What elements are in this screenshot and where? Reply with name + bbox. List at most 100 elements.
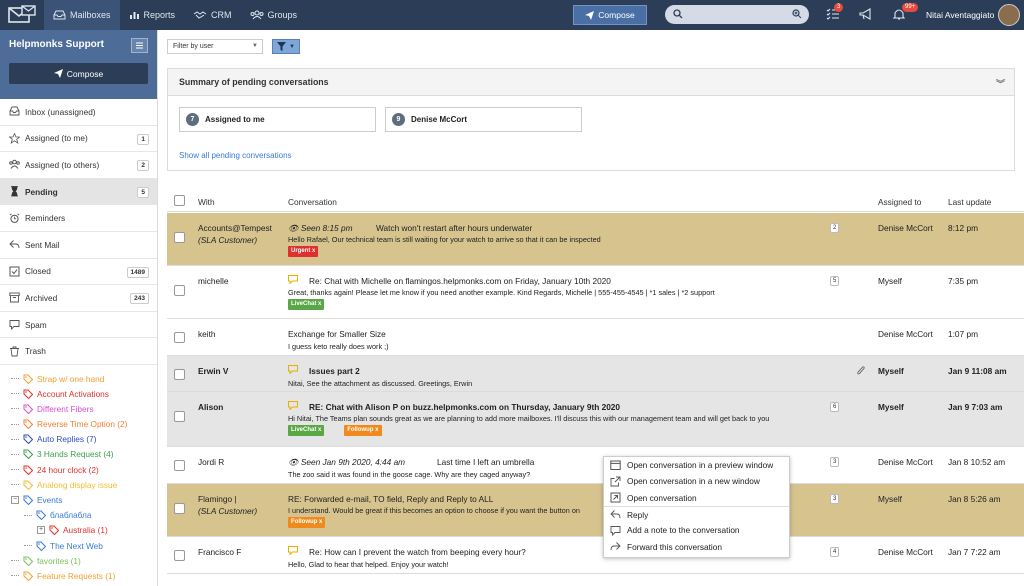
context-menu-item-open-conversation-in-a-new-window[interactable]: Open conversation in a new window	[604, 473, 789, 489]
avatar[interactable]	[998, 4, 1020, 26]
summary-card-denise-mccort[interactable]: 9 Denise McCort	[385, 107, 582, 132]
row-assigned-to[interactable]: Myself	[878, 366, 904, 376]
sidebar-item-sent-mail[interactable]: Sent Mail	[0, 232, 157, 259]
row-assigned-to[interactable]: Myself	[878, 276, 902, 286]
row-with[interactable]: Francisco F	[198, 547, 241, 557]
row-subject[interactable]: Issues part 2	[309, 366, 360, 376]
tag-item[interactable]: Strap w/ one hand	[0, 371, 157, 386]
sidebar-item-assigned-to-others[interactable]: Assigned (to others) 2	[0, 152, 157, 179]
collapse-icon[interactable]: −	[11, 496, 19, 505]
tab-crm[interactable]: CRM	[184, 0, 241, 30]
row-checkbox[interactable]	[174, 550, 185, 561]
row-subject[interactable]: RE: Chat with Alison P on buzz.helpmonks…	[309, 402, 620, 412]
row-checkbox[interactable]	[174, 232, 185, 243]
tag-item[interactable]: Account Activations	[0, 386, 157, 401]
row-with[interactable]: Accounts@Tempest	[198, 223, 272, 233]
row-subject[interactable]: Exchange for Smaller Size	[288, 329, 386, 339]
context-menu-item-add-a-note-to-the-conversation[interactable]: Add a note to the conversation	[604, 522, 789, 538]
filter-by-user-select[interactable]: Filter by user ▼	[167, 39, 263, 54]
tag-item[interactable]: favorites (1)	[0, 553, 157, 568]
row-with[interactable]: michelle	[198, 276, 228, 286]
sidebar-compose-button[interactable]: Compose	[9, 63, 148, 84]
column-last-update[interactable]: Last update	[948, 197, 991, 207]
context-menu-item-open-conversation-in-a-preview-window[interactable]: Open conversation in a preview window	[604, 457, 789, 473]
table-row[interactable]: keith Exchange for Smaller Size I guess ke…	[167, 319, 1024, 356]
select-all-checkbox[interactable]	[174, 195, 185, 206]
filter-options-button[interactable]: ▼	[272, 39, 300, 54]
row-label-tag[interactable]: LiveChat x	[288, 425, 325, 436]
row-checkbox[interactable]	[174, 332, 185, 343]
search-input[interactable]	[665, 5, 809, 24]
show-all-pending-link[interactable]: Show all pending conversations	[179, 151, 292, 160]
expand-icon[interactable]: +	[37, 526, 45, 535]
helpmonks-logo-icon[interactable]	[0, 0, 44, 30]
row-with[interactable]: Flamingo |	[198, 494, 237, 504]
row-assigned-to[interactable]: Denise McCort	[878, 329, 933, 339]
tag-item[interactable]: Feature Requests (1)	[0, 568, 157, 583]
row-subject[interactable]: Re: How can I prevent the watch from bee…	[309, 547, 526, 557]
table-row[interactable]: Alison RE: Chat with Alison P on buzz.hel…	[167, 392, 1024, 447]
tag-item[interactable]: 3 Hands Request (4)	[0, 447, 157, 462]
row-checkbox[interactable]	[174, 460, 185, 471]
tab-mailboxes[interactable]: Mailboxes	[44, 0, 120, 30]
tag-item[interactable]: Reverse Time Option (2)	[0, 417, 157, 432]
row-subject[interactable]: Re: Chat with Michelle on flamingos.help…	[309, 276, 611, 286]
compose-button[interactable]: Compose	[573, 5, 647, 25]
sidebar-item-reminders[interactable]: Reminders	[0, 205, 157, 232]
row-label-tag[interactable]: LiveChat x	[288, 299, 325, 310]
tag-item[interactable]: блаблабла	[0, 508, 157, 523]
row-subject[interactable]: RE: Forwarded e-mail, TO field, Reply an…	[288, 494, 493, 504]
row-with[interactable]: keith	[198, 329, 216, 339]
tag-item[interactable]: Different Fibers	[0, 401, 157, 416]
tab-reports[interactable]: Reports	[120, 0, 185, 30]
tag-item[interactable]: 24 hour clock (2)	[0, 462, 157, 477]
table-row[interactable]: michelle Re: Chat with Michelle on flamin…	[167, 266, 1024, 319]
table-row[interactable]: Erwin V Issues part 2 Nitai, See the attac…	[167, 356, 1024, 392]
summary-card-assigned-to-me[interactable]: 7 Assigned to me	[179, 107, 376, 132]
sidebar-menu-button[interactable]	[131, 38, 148, 53]
column-with[interactable]: With	[198, 197, 215, 207]
column-assigned[interactable]: Assigned to	[878, 197, 921, 207]
row-checkbox[interactable]	[174, 503, 185, 514]
collapse-chevron-icon[interactable]: ︾	[996, 77, 1005, 90]
row-label-tag[interactable]: Followup x	[288, 517, 326, 528]
row-assigned-to[interactable]: Denise McCort	[878, 223, 933, 233]
row-with[interactable]: Alison	[198, 402, 223, 412]
tag-item[interactable]: − Events	[0, 492, 157, 507]
tag-item[interactable]: Auto Replies (7)	[0, 432, 157, 447]
row-label-tag[interactable]: Urgent x	[288, 246, 319, 257]
row-assigned-to[interactable]: Myself	[878, 494, 902, 504]
context-menu-item-open-conversation[interactable]: Open conversation	[604, 490, 789, 506]
context-menu-item-forward-this-conversation[interactable]: Forward this conversation	[604, 538, 789, 554]
row-checkbox[interactable]	[174, 285, 185, 296]
tag-item[interactable]: + Australia (1)	[0, 523, 157, 538]
row-assigned-to[interactable]: Myself	[878, 402, 904, 412]
sidebar-item-pending[interactable]: Pending 5	[0, 178, 157, 206]
user-name[interactable]: Nitai Aventaggiato	[926, 10, 994, 20]
row-subject[interactable]: Last time I left an umbrella	[437, 457, 534, 467]
sidebar-item-assigned-to-me[interactable]: Assigned (to me) 1	[0, 126, 157, 153]
row-checkbox[interactable]	[174, 369, 185, 380]
tab-groups[interactable]: Groups	[241, 0, 307, 30]
context-menu-item-reply[interactable]: Reply	[604, 505, 789, 522]
table-row[interactable]: Flamingo | (SLA Customer) RE: Forwarded e-…	[167, 484, 1024, 537]
sidebar-item-archived[interactable]: Archived 243	[0, 285, 157, 312]
row-assigned-to[interactable]: Denise McCort	[878, 457, 933, 467]
zoom-in-icon[interactable]	[792, 9, 802, 19]
column-conversation[interactable]: Conversation	[288, 197, 337, 207]
row-with[interactable]: Erwin V	[198, 366, 228, 376]
table-row[interactable]: Jordi R 👁 Seen Jan 9th 2020, 4:44 am Last …	[167, 447, 1024, 484]
row-subject[interactable]: Watch won't restart after hours underwat…	[376, 223, 532, 233]
sidebar-item-inbox-unassigned[interactable]: Inbox (unassigned)	[0, 99, 157, 126]
sidebar-item-closed[interactable]: Closed 1489	[0, 259, 157, 286]
row-assigned-to[interactable]: Denise McCort	[878, 547, 933, 557]
summary-header[interactable]: Summary of pending conversations ︾	[168, 69, 1014, 96]
row-with[interactable]: Jordi R	[198, 457, 224, 467]
sidebar-item-spam[interactable]: Spam	[0, 312, 157, 339]
row-label-tag[interactable]: Followup x	[344, 425, 382, 436]
tag-item[interactable]: The Next Web	[0, 538, 157, 553]
tag-item[interactable]: Analong display issue	[0, 477, 157, 492]
table-row[interactable]: Francisco F Re: How can I prevent the wat…	[167, 537, 1024, 574]
row-checkbox[interactable]	[174, 411, 185, 422]
sidebar-item-trash[interactable]: Trash	[0, 338, 157, 365]
